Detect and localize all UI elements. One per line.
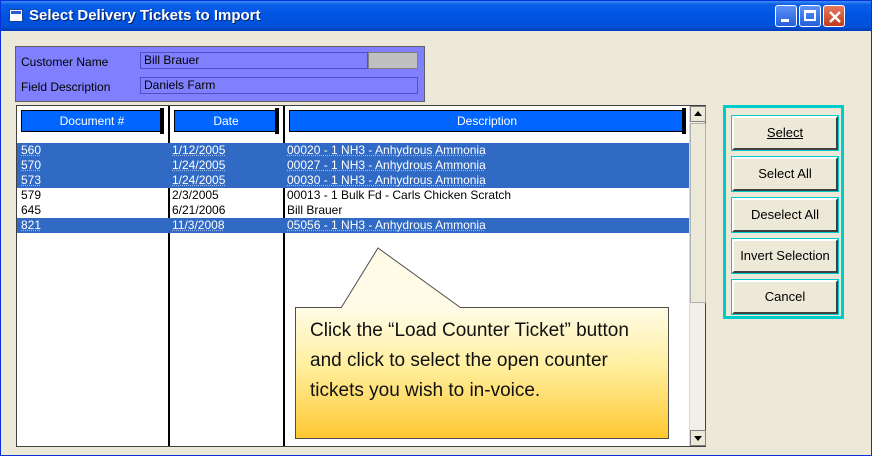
table-row[interactable]: 570 1/24/2005 00027 - 1 NH3 - Anhydrous Am… xyxy=(17,158,689,173)
table-row[interactable]: 645 6/21/2006 Bill Brauer xyxy=(17,203,689,218)
customer-name-label: Customer Name xyxy=(21,55,109,69)
dialog-window: Select Delivery Tickets to Import Custom… xyxy=(0,0,872,456)
cell-document: 560 xyxy=(21,143,42,157)
scroll-up-icon[interactable] xyxy=(690,106,706,122)
help-callout: Click the “Load Counter Ticket” button a… xyxy=(295,307,669,439)
cell-document: 821 xyxy=(21,218,42,232)
field-description-label: Field Description xyxy=(21,80,111,94)
cell-date: 1/12/2005 xyxy=(172,143,226,157)
cell-document: 579 xyxy=(21,188,42,202)
select-button[interactable]: Select xyxy=(732,116,838,150)
cancel-button[interactable]: Cancel xyxy=(732,280,838,314)
column-header-description[interactable]: Description xyxy=(289,108,686,134)
customer-name-field: Bill Brauer xyxy=(140,52,368,69)
cell-date: 1/24/2005 xyxy=(172,158,226,172)
cell-description: 00013 - 1 Bulk Fd - Carls Chicken Scratc… xyxy=(287,188,512,202)
cell-description: 00030 - 1 NH3 - Anhydrous Ammonia xyxy=(287,173,486,187)
table-row[interactable]: 579 2/3/2005 00013 - 1 Bulk Fd - Carls Chi… xyxy=(17,188,689,203)
cell-document: 645 xyxy=(21,203,42,217)
maximize-icon[interactable] xyxy=(799,5,821,27)
table-row[interactable]: 821 11/3/2008 05056 - 1 NH3 - Anhydrous Am… xyxy=(17,218,689,233)
customer-info-panel: Customer Name Bill Brauer Field Descript… xyxy=(15,46,425,102)
action-buttons-panel: Select Select All Deselect All Invert Se… xyxy=(723,105,844,319)
column-header-date[interactable]: Date xyxy=(174,108,279,134)
scroll-down-icon[interactable] xyxy=(690,430,706,446)
deselect-all-button[interactable]: Deselect All xyxy=(732,198,838,232)
vertical-scrollbar[interactable] xyxy=(689,106,706,446)
field-description-field: Daniels Farm xyxy=(140,77,418,94)
invert-selection-button[interactable]: Invert Selection xyxy=(732,239,838,273)
cell-date: 1/24/2005 xyxy=(172,173,226,187)
minimize-icon[interactable] xyxy=(775,5,797,27)
close-icon[interactable] xyxy=(823,5,845,27)
customer-name-field-extension xyxy=(368,52,418,69)
select-all-button[interactable]: Select All xyxy=(732,157,838,191)
cell-date: 11/3/2008 xyxy=(172,218,225,232)
window-icon xyxy=(9,9,23,22)
help-callout-text: Click the “Load Counter Ticket” button a… xyxy=(310,320,629,401)
cell-description: Bill Brauer xyxy=(287,203,343,217)
window-title: Select Delivery Tickets to Import xyxy=(29,7,261,24)
cell-description: 05056 - 1 NH3 - Anhydrous Ammonia xyxy=(287,218,486,232)
column-header-document[interactable]: Document # xyxy=(21,108,164,134)
title-bar[interactable]: Select Delivery Tickets to Import xyxy=(1,1,871,31)
cell-date: 6/21/2006 xyxy=(172,203,226,217)
table-row[interactable]: 573 1/24/2005 00030 - 1 NH3 - Anhydrous Am… xyxy=(17,173,689,188)
scrollbar-thumb[interactable] xyxy=(690,123,706,303)
cell-document: 570 xyxy=(21,158,42,172)
select-button-label: Select xyxy=(766,125,804,140)
cell-description: 00020 - 1 NH3 - Anhydrous Ammonia xyxy=(287,143,486,157)
cell-document: 573 xyxy=(21,173,42,187)
cell-description: 00027 - 1 NH3 - Anhydrous Ammonia xyxy=(287,158,486,172)
cell-date: 2/3/2005 xyxy=(172,188,219,202)
table-row[interactable]: 560 1/12/2005 00020 - 1 NH3 - Anhydrous Am… xyxy=(17,143,689,158)
